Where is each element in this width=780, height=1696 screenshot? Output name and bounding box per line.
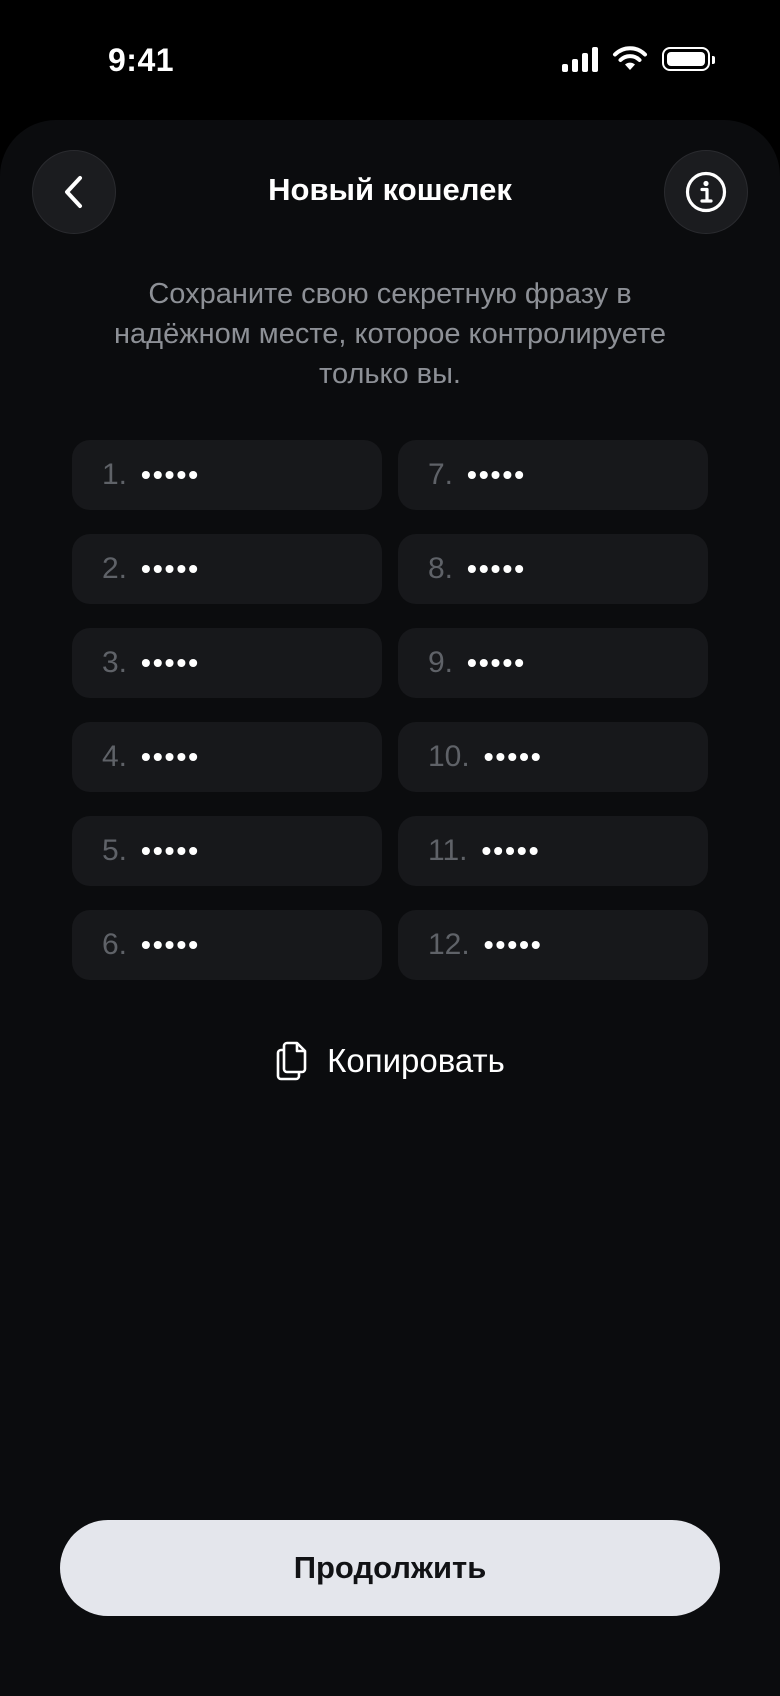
seed-word-mask: •••••	[141, 459, 201, 490]
seed-word-12[interactable]: 12. •••••	[398, 910, 708, 980]
seed-word-number: 1.	[102, 458, 128, 491]
seed-word-mask: •••••	[483, 929, 543, 960]
seed-word-mask: •••••	[483, 741, 543, 772]
seed-word-mask: •••••	[141, 929, 201, 960]
seed-word-number: 9.	[428, 646, 454, 679]
seed-word-mask: •••••	[467, 459, 527, 490]
copy-icon	[276, 1041, 307, 1081]
seed-word-8[interactable]: 8. •••••	[398, 534, 708, 604]
status-bar: 9:41	[0, 0, 780, 120]
seed-word-number: 3.	[102, 646, 128, 679]
seed-word-5[interactable]: 5. •••••	[72, 816, 382, 886]
seed-word-number: 10.	[428, 740, 470, 773]
seed-word-mask: •••••	[481, 835, 541, 866]
seed-word-11[interactable]: 11. •••••	[398, 816, 708, 886]
seed-word-1[interactable]: 1. •••••	[72, 440, 382, 510]
seed-word-2[interactable]: 2. •••••	[72, 534, 382, 604]
signal-icon	[562, 46, 598, 72]
seed-word-mask: •••••	[467, 647, 527, 678]
seed-phrase-grid: 1. ••••• 7. ••••• 2. ••••• 8. ••••• 3. •…	[72, 440, 708, 980]
copy-label: Копировать	[327, 1042, 505, 1079]
info-button[interactable]	[664, 150, 748, 234]
seed-word-6[interactable]: 6. •••••	[72, 910, 382, 980]
seed-word-7[interactable]: 7. •••••	[398, 440, 708, 510]
status-icons	[562, 46, 715, 72]
instruction-text: Сохраните свою секретную фразу в надёжно…	[114, 278, 666, 390]
seed-word-number: 2.	[102, 552, 128, 585]
seed-word-3[interactable]: 3. •••••	[72, 628, 382, 698]
continue-button[interactable]: Продолжить	[60, 1520, 720, 1616]
seed-word-9[interactable]: 9. •••••	[398, 628, 708, 698]
page-title: Новый кошелек	[268, 172, 512, 207]
copy-button[interactable]: Копировать	[0, 1040, 780, 1082]
seed-word-mask: •••••	[467, 553, 527, 584]
seed-word-number: 12.	[428, 928, 470, 961]
wallet-sheet: Новый кошелек Сохраните свою секретную ф…	[0, 120, 780, 1696]
wifi-icon	[613, 46, 647, 70]
seed-word-mask: •••••	[141, 553, 201, 584]
status-time: 9:41	[108, 42, 175, 78]
seed-word-number: 11.	[428, 834, 468, 867]
battery-icon	[662, 47, 715, 71]
seed-word-mask: •••••	[141, 741, 201, 772]
seed-word-number: 5.	[102, 834, 128, 867]
continue-label: Продолжить	[293, 1550, 487, 1585]
seed-word-number: 4.	[102, 740, 128, 773]
seed-word-number: 7.	[428, 458, 454, 491]
info-icon	[685, 171, 727, 213]
seed-word-mask: •••••	[141, 835, 201, 866]
seed-word-mask: •••••	[141, 647, 201, 678]
seed-word-10[interactable]: 10. •••••	[398, 722, 708, 792]
seed-word-number: 6.	[102, 928, 128, 961]
seed-word-4[interactable]: 4. •••••	[72, 722, 382, 792]
seed-word-number: 8.	[428, 552, 454, 585]
